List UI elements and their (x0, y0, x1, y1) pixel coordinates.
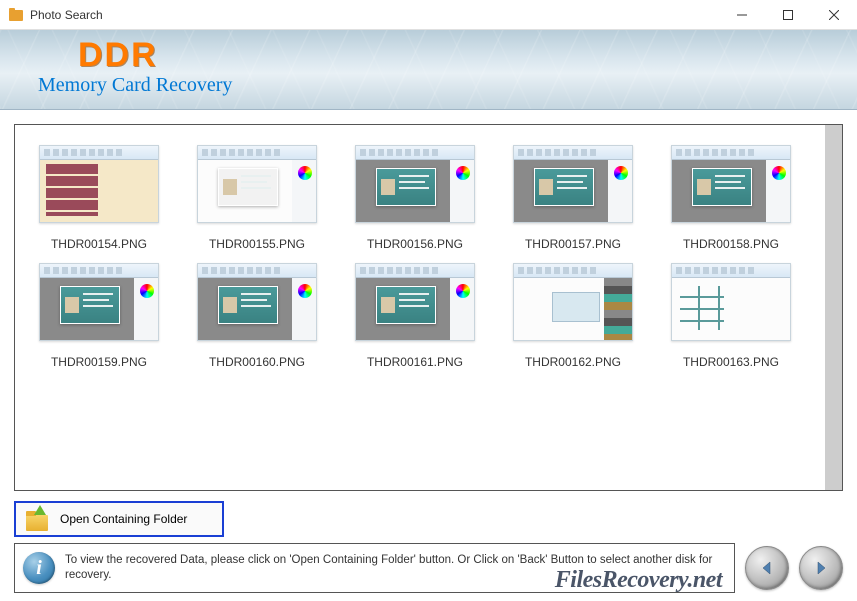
info-box: i To view the recovered Data, please cli… (14, 543, 735, 593)
thumbnail-image[interactable] (197, 145, 317, 223)
thumbnail-label: THDR00157.PNG (503, 237, 643, 251)
thumbnail-image[interactable] (671, 263, 791, 341)
thumbnail-item[interactable]: THDR00162.PNG (503, 263, 643, 369)
minimize-button[interactable] (719, 0, 765, 29)
thumbnail-label: THDR00163.PNG (661, 355, 801, 369)
thumbnail-image[interactable] (513, 145, 633, 223)
thumbnail-label: THDR00161.PNG (345, 355, 485, 369)
maximize-button[interactable] (765, 0, 811, 29)
folder-open-icon (24, 507, 52, 531)
thumbnail-image[interactable] (671, 145, 791, 223)
thumbnail-item[interactable]: THDR00156.PNG (345, 145, 485, 251)
thumbnails-scroll-area[interactable]: THDR00154.PNG THDR00155.PNG THDR00156.PNG T… (15, 125, 825, 490)
close-button[interactable] (811, 0, 857, 29)
titlebar: Photo Search (0, 0, 857, 30)
thumbnail-label: THDR00158.PNG (661, 237, 801, 251)
scrollbar-thumb[interactable] (826, 125, 842, 490)
thumbnail-item[interactable]: THDR00163.PNG (661, 263, 801, 369)
thumbnail-label: THDR00162.PNG (503, 355, 643, 369)
window-controls (719, 0, 857, 29)
thumbnail-item[interactable]: THDR00160.PNG (187, 263, 327, 369)
thumbnail-label: THDR00159.PNG (29, 355, 169, 369)
thumbnail-item[interactable]: THDR00154.PNG (29, 145, 169, 251)
thumbnail-image[interactable] (355, 145, 475, 223)
thumbnail-item[interactable]: THDR00155.PNG (187, 145, 327, 251)
product-name: Memory Card Recovery (38, 74, 839, 97)
thumbnail-item[interactable]: THDR00157.PNG (503, 145, 643, 251)
thumbnail-image[interactable] (355, 263, 475, 341)
forward-button[interactable] (799, 546, 843, 590)
thumbnail-image[interactable] (513, 263, 633, 341)
open-containing-folder-button[interactable]: Open Containing Folder (14, 501, 224, 537)
thumbnail-label: THDR00156.PNG (345, 237, 485, 251)
thumbnails-panel: THDR00154.PNG THDR00155.PNG THDR00156.PNG T… (14, 124, 843, 491)
watermark-text: FilesRecovery.net (555, 567, 722, 594)
window-title: Photo Search (30, 8, 719, 22)
thumbnail-image[interactable] (39, 263, 159, 341)
footer-row: i To view the recovered Data, please cli… (14, 543, 843, 593)
info-icon: i (23, 552, 55, 584)
open-folder-label: Open Containing Folder (60, 512, 187, 526)
header-banner: DDR Memory Card Recovery (0, 30, 857, 110)
thumbnail-image[interactable] (197, 263, 317, 341)
thumbnail-label: THDR00155.PNG (187, 237, 327, 251)
thumbnail-item[interactable]: THDR00159.PNG (29, 263, 169, 369)
app-icon (8, 7, 24, 23)
content-area: THDR00154.PNG THDR00155.PNG THDR00156.PNG T… (0, 110, 857, 601)
thumbnail-image[interactable] (39, 145, 159, 223)
thumbnail-label: THDR00160.PNG (187, 355, 327, 369)
back-button[interactable] (745, 546, 789, 590)
thumbnail-item[interactable]: THDR00161.PNG (345, 263, 485, 369)
brand-logo: DDR (78, 38, 839, 72)
thumbnail-label: THDR00154.PNG (29, 237, 169, 251)
vertical-scrollbar[interactable] (825, 125, 842, 490)
thumbnail-item[interactable]: THDR00158.PNG (661, 145, 801, 251)
